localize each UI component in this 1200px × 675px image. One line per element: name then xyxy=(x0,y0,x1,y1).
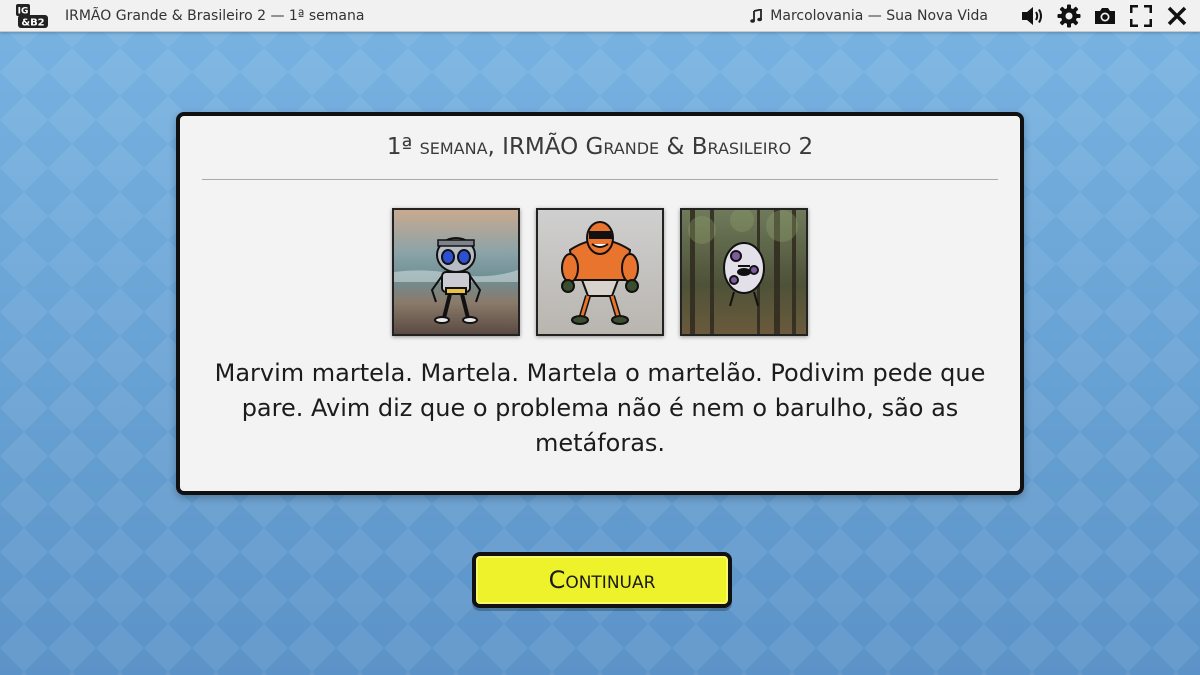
egg-creature-portrait xyxy=(680,208,808,336)
week-summary-dialog: 1ª semana, IRMÃO Grande & Brasileiro 2 M… xyxy=(176,112,1024,495)
music-track-label: Marcolovania — Sua Nova Vida xyxy=(770,8,988,24)
dialog-message: Marvim martela. Martela. Martela o marte… xyxy=(214,359,986,457)
svg-text:&B2: &B2 xyxy=(21,18,44,29)
window-title: IRMÃO Grande & Brasileiro 2 — 1ª semana xyxy=(65,8,365,24)
fullscreen-button[interactable] xyxy=(1128,3,1154,29)
volume-icon xyxy=(1022,7,1042,25)
muscle-man-portrait xyxy=(536,208,664,336)
volume-button[interactable] xyxy=(1020,3,1046,29)
settings-button[interactable] xyxy=(1056,3,1082,29)
camera-icon xyxy=(1095,8,1115,24)
close-icon xyxy=(1167,6,1187,26)
gear-icon xyxy=(1057,4,1081,28)
robot-alien-portrait xyxy=(392,208,520,336)
close-button[interactable] xyxy=(1164,3,1190,29)
music-note-icon xyxy=(750,9,763,23)
game-logo: IG &B2 xyxy=(16,4,48,29)
fullscreen-icon xyxy=(1130,5,1152,27)
dialog-title: 1ª semana, IRMÃO Grande & Brasileiro 2 xyxy=(386,134,814,160)
continue-button[interactable]: Continuar xyxy=(472,552,732,608)
screenshot-button[interactable] xyxy=(1092,3,1118,29)
title-bar: IG &B2 IRMÃO Grande & Brasileiro 2 — 1ª … xyxy=(0,0,1200,32)
portrait-row xyxy=(180,208,1020,336)
now-playing: Marcolovania — Sua Nova Vida xyxy=(750,8,988,24)
dialog-divider xyxy=(202,179,998,180)
